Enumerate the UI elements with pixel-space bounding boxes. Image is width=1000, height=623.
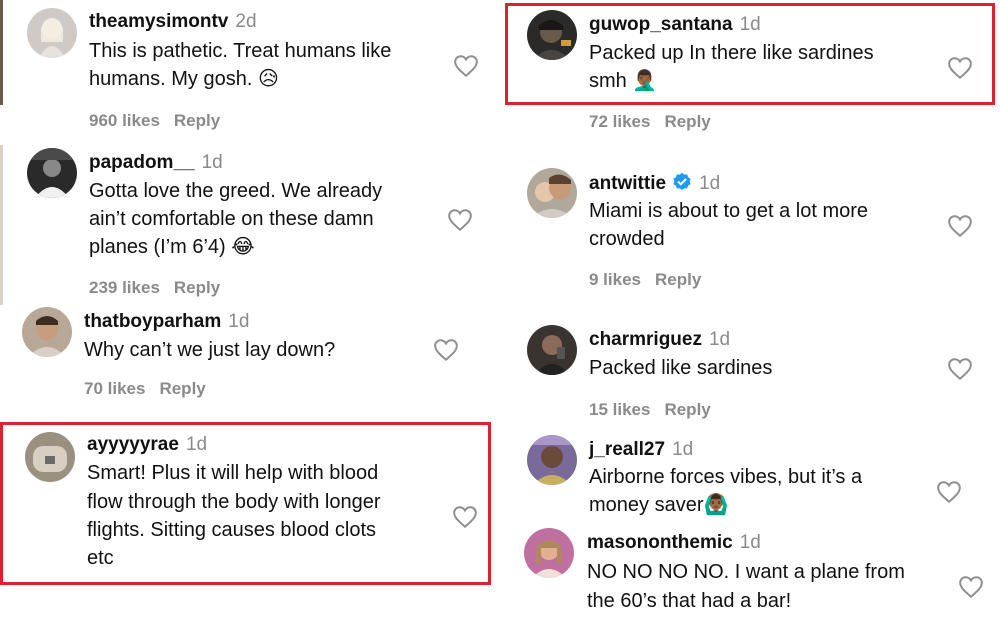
comment-text-line: Why can’t we just lay down?	[84, 339, 336, 361]
timestamp[interactable]: 1d	[740, 532, 761, 553]
avatar[interactable]	[527, 10, 577, 60]
avatar[interactable]	[524, 528, 574, 578]
username[interactable]: guwop_santana	[589, 14, 733, 35]
timestamp[interactable]: 1d	[709, 329, 730, 350]
username[interactable]: theamysimontv	[89, 11, 228, 32]
avatar[interactable]	[27, 148, 77, 198]
heart-icon[interactable]	[433, 338, 459, 362]
comment-header: papadom__ 1d	[89, 152, 223, 174]
comment-text-line: humans. My gosh. 😥	[89, 68, 279, 90]
username[interactable]: masononthemic	[587, 532, 733, 553]
heart-icon[interactable]	[958, 575, 984, 599]
heart-icon[interactable]	[947, 214, 973, 238]
comment-header: masononthemic 1d	[587, 532, 761, 554]
comment-header: thatboyparham 1d	[84, 311, 249, 333]
reply-button[interactable]: Reply	[655, 270, 701, 289]
comment-text-line: smh 🤦🏾‍♂️	[589, 70, 658, 92]
username[interactable]: antwittie	[589, 173, 666, 194]
comment-text-line: Airborne forces vibes, but it’s a	[589, 466, 863, 488]
timestamp[interactable]: 1d	[186, 434, 207, 455]
comment-header: theamysimontv 2d	[89, 11, 257, 33]
like-count[interactable]: 9 likes	[589, 270, 641, 289]
comment-meta: 70 likes Reply	[84, 379, 206, 399]
heart-icon[interactable]	[947, 56, 973, 80]
comment-text-line: crowded	[589, 228, 665, 250]
comment-meta: 9 likes Reply	[589, 270, 701, 290]
comment-text-line: planes (I’m 6’4) 😂	[89, 236, 255, 258]
avatar[interactable]	[22, 307, 72, 357]
username[interactable]: ayyyyyrae	[87, 434, 179, 455]
heart-icon[interactable]	[453, 54, 479, 78]
timestamp[interactable]: 1d	[202, 152, 223, 173]
comment-header: ayyyyyrae 1d	[87, 434, 207, 456]
heart-icon[interactable]	[936, 480, 962, 504]
reply-button[interactable]: Reply	[664, 112, 710, 131]
comment-header: guwop_santana 1d	[589, 14, 761, 36]
reply-button[interactable]: Reply	[174, 111, 220, 130]
comment-text-line: flights. Sitting causes blood clots	[87, 519, 377, 541]
comment-meta: 960 likes Reply	[89, 111, 220, 131]
comment-header: antwittie 1d	[589, 172, 720, 195]
left-edge-strip	[0, 145, 3, 305]
comment-text-line: Packed like sardines	[589, 357, 773, 379]
timestamp[interactable]: 2d	[235, 11, 256, 32]
username[interactable]: thatboyparham	[84, 311, 221, 332]
comment-text-line: Miami is about to get a lot more	[589, 200, 869, 222]
like-count[interactable]: 15 likes	[589, 400, 650, 419]
comment-text-line: NO NO NO NO. I want a plane from	[587, 561, 905, 583]
timestamp[interactable]: 1d	[740, 14, 761, 35]
like-count[interactable]: 72 likes	[589, 112, 650, 131]
comment-text-line: Gotta love the greed. We already	[89, 180, 383, 202]
like-count[interactable]: 70 likes	[84, 379, 145, 398]
comment-meta: 15 likes Reply	[589, 400, 711, 420]
username[interactable]: papadom__	[89, 152, 195, 173]
reply-button[interactable]: Reply	[664, 400, 710, 419]
username[interactable]: j_reall27	[589, 439, 665, 460]
comment-text-line: the 60’s that had a bar!	[587, 590, 792, 612]
left-edge-strip	[0, 0, 3, 105]
comment-meta: 72 likes Reply	[589, 112, 711, 132]
username[interactable]: charmriguez	[589, 329, 702, 350]
comment-text-line: money saver🙆🏾‍♂️	[589, 494, 729, 516]
heart-icon[interactable]	[947, 357, 973, 381]
comment-text-line: Smart! Plus it will help with blood	[87, 462, 379, 484]
timestamp[interactable]: 1d	[699, 173, 720, 194]
timestamp[interactable]: 1d	[672, 439, 693, 460]
heart-icon[interactable]	[447, 208, 473, 232]
timestamp[interactable]: 1d	[228, 311, 249, 332]
like-count[interactable]: 239 likes	[89, 278, 160, 297]
comment-text-line: Packed up In there like sardines	[589, 42, 874, 64]
reply-button[interactable]: Reply	[174, 278, 220, 297]
comment-header: charmriguez 1d	[589, 329, 730, 351]
verified-badge-icon	[673, 172, 691, 190]
avatar[interactable]	[527, 325, 577, 375]
reply-button[interactable]: Reply	[159, 379, 205, 398]
comment-text-line: etc	[87, 547, 114, 569]
avatar[interactable]	[527, 435, 577, 485]
avatar[interactable]	[27, 8, 77, 58]
heart-icon[interactable]	[452, 505, 478, 529]
avatar[interactable]	[25, 432, 75, 482]
comment-text-line: This is pathetic. Treat humans like	[89, 40, 392, 62]
comment-text-line: ain’t comfortable on these damn	[89, 208, 374, 230]
comment-text-line: flow through the body with longer	[87, 491, 381, 513]
avatar[interactable]	[527, 168, 577, 218]
like-count[interactable]: 960 likes	[89, 111, 160, 130]
comment-meta: 239 likes Reply	[89, 278, 220, 298]
comment-header: j_reall27 1d	[589, 439, 693, 461]
